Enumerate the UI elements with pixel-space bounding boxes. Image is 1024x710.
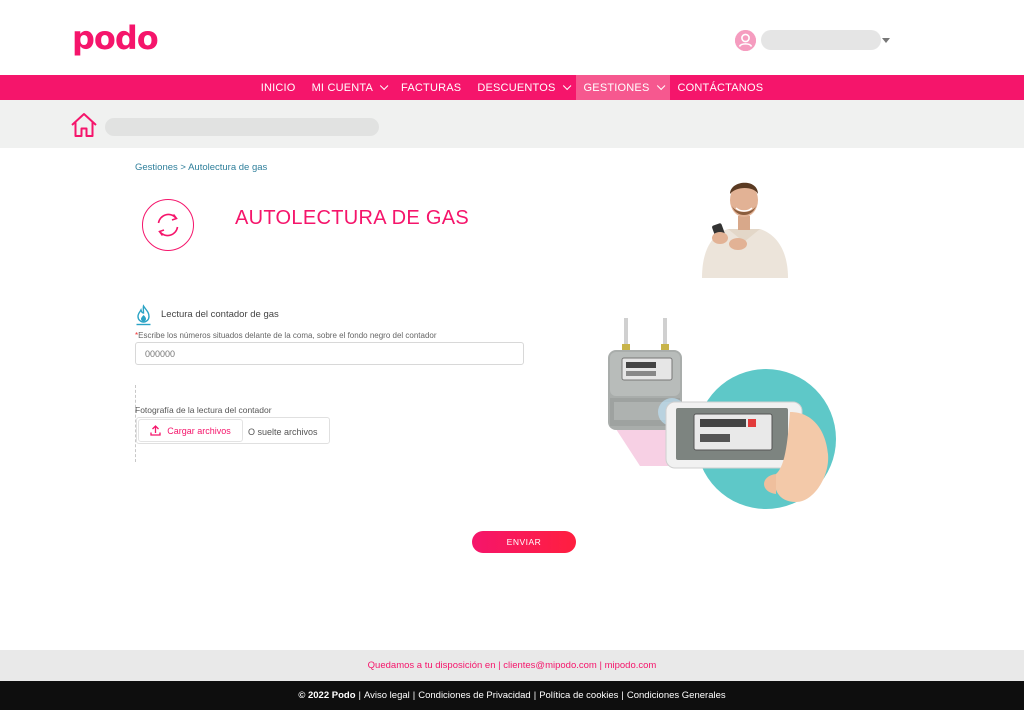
- user-avatar-icon[interactable]: [735, 29, 756, 51]
- photo-label: Fotografía de la lectura del contador: [135, 405, 272, 415]
- nav-item-label: FACTURAS: [401, 81, 462, 94]
- chevron-down-icon: [562, 81, 571, 90]
- send-button[interactable]: ENVIAR: [472, 531, 576, 553]
- reading-hint: *Escribe los números situados delante de…: [135, 331, 437, 340]
- footer-link-privacidad[interactable]: Condiciones de Privacidad: [418, 690, 530, 701]
- chevron-down-icon: [656, 81, 665, 90]
- separator: |: [621, 690, 624, 701]
- gas-flame-icon: [136, 304, 151, 326]
- drop-text: O suelte archivos: [248, 427, 318, 437]
- podo-logo[interactable]: podo: [72, 20, 159, 56]
- reading-input[interactable]: [135, 342, 524, 365]
- separator: |: [533, 690, 537, 701]
- nav-item-label: GESTIONES: [583, 81, 650, 94]
- separator: |: [412, 690, 416, 701]
- site-header: podo: [0, 0, 1024, 75]
- user-name-placeholder: [761, 30, 881, 50]
- nav-item-label: MI CUENTA: [311, 81, 374, 94]
- home-icon[interactable]: [70, 112, 98, 138]
- man-with-phone-illustration: [702, 182, 788, 278]
- refresh-icon: [142, 199, 194, 251]
- page-title: AUTOLECTURA DE GAS: [235, 207, 469, 229]
- footer-link-cookies[interactable]: Política de cookies: [539, 690, 618, 701]
- chevron-down-icon: [379, 81, 389, 90]
- caret-down-icon[interactable]: [882, 37, 890, 43]
- upload-button[interactable]: Cargar archivos: [138, 419, 243, 442]
- contact-footer: Quedamos a tu disposición en | clientes@…: [0, 650, 1024, 681]
- footer-link-condiciones[interactable]: Condiciones Generales: [627, 690, 726, 701]
- address-placeholder: [105, 118, 379, 136]
- contact-line[interactable]: Quedamos a tu disposición en | clientes@…: [368, 660, 657, 671]
- nav-item-inicio[interactable]: INICIO: [253, 75, 304, 100]
- upload-icon: [150, 425, 161, 436]
- footer-link-aviso-legal[interactable]: Aviso legal: [364, 690, 410, 701]
- breadcrumb[interactable]: Gestiones > Autolectura de gas: [135, 162, 267, 173]
- nav-item-mi-cuenta[interactable]: MI CUENTA: [304, 75, 393, 100]
- reading-label: Lectura del contador de gas: [161, 309, 279, 320]
- reading-hint-text: Escribe los números situados delante de …: [138, 331, 437, 340]
- nav-item-gestiones[interactable]: GESTIONES: [575, 75, 670, 100]
- nav-item-label: INICIO: [260, 81, 296, 94]
- gas-meter-phone-illustration: [608, 318, 836, 509]
- upload-button-label: Cargar archivos: [167, 425, 231, 436]
- nav-item-label: DESCUENTOS: [477, 81, 556, 94]
- legal-footer: © 2022 Podo | Aviso legal | Condiciones …: [0, 681, 1024, 710]
- nav-item-contactanos[interactable]: CONTÁCTANOS: [670, 75, 772, 100]
- nav-item-label: CONTÁCTANOS: [677, 81, 764, 94]
- main-nav: INICIO MI CUENTA FACTURAS DESCUENTOS GES…: [0, 75, 1024, 100]
- nav-item-descuentos[interactable]: DESCUENTOS: [469, 75, 575, 100]
- separator: |: [358, 690, 361, 701]
- nav-item-facturas[interactable]: FACTURAS: [393, 75, 469, 100]
- user-menu[interactable]: [735, 29, 890, 51]
- copyright: © 2022 Podo: [298, 690, 356, 701]
